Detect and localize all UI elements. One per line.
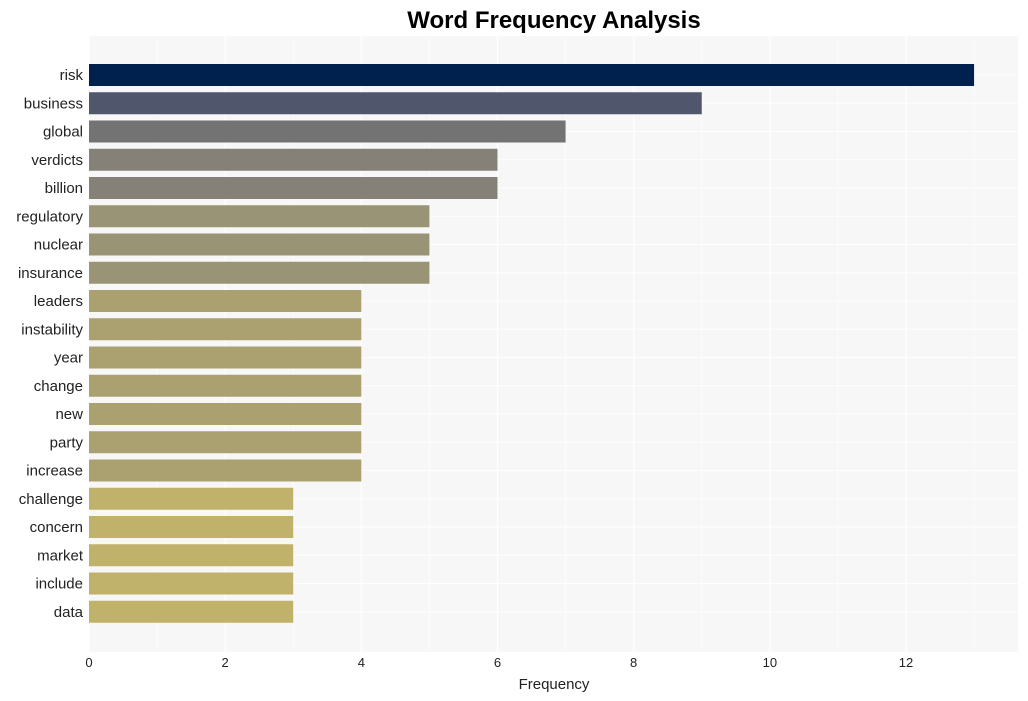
y-axis-labels: risk business global verdicts billion regulat… [16,67,84,621]
y-tick-label: billion [45,180,83,197]
bar-year [89,346,362,369]
y-tick-label: party [50,434,84,451]
x-tick-label: 12 [899,655,913,670]
x-axis-label: Frequency [519,676,590,693]
bar-chart: Word Frequency Analysis risk business glob… [16,7,1018,693]
bar-new [89,403,362,425]
bar-party [89,431,362,454]
bar-business [89,92,702,115]
x-tick-label: 0 [85,655,92,670]
bar-instability [89,318,362,341]
bar-data [89,600,294,623]
y-tick-label: leaders [34,293,83,310]
bar-verdicts [89,148,498,171]
bar-nuclear [89,233,430,256]
y-tick-label: insurance [18,265,83,282]
y-tick-label: data [54,604,84,621]
chart-title: Word Frequency Analysis [407,7,700,34]
bar-change [89,374,362,397]
bar-risk [89,64,975,86]
y-tick-label: change [34,378,83,395]
x-tick-label: 10 [763,655,777,670]
bar-include [89,572,294,595]
x-axis-ticks: 0 2 4 6 8 10 12 [85,655,913,670]
bar-billion [89,177,498,199]
x-tick-label: 4 [358,655,365,670]
y-tick-label: include [35,576,83,593]
y-tick-label: business [24,95,83,112]
bar-global [89,120,566,143]
bar-regulatory [89,205,430,228]
bar-insurance [89,261,430,284]
y-tick-label: concern [30,519,83,536]
bar-leaders [89,290,362,312]
x-tick-label: 8 [630,655,637,670]
y-tick-label: increase [26,463,83,480]
x-tick-label: 2 [222,655,229,670]
y-tick-label: market [37,547,84,564]
bar-concern [89,516,294,538]
bar-increase [89,459,362,482]
y-tick-label: regulatory [16,208,83,225]
y-tick-label: risk [60,67,84,84]
x-tick-label: 6 [494,655,501,670]
y-tick-label: challenge [19,491,83,508]
y-tick-label: year [54,350,83,367]
bar-market [89,544,294,567]
y-tick-label: instability [21,321,83,338]
y-tick-label: global [43,124,83,141]
y-tick-label: new [55,406,83,423]
bar-challenge [89,487,294,510]
y-tick-label: nuclear [34,237,83,254]
y-tick-label: verdicts [31,152,83,169]
